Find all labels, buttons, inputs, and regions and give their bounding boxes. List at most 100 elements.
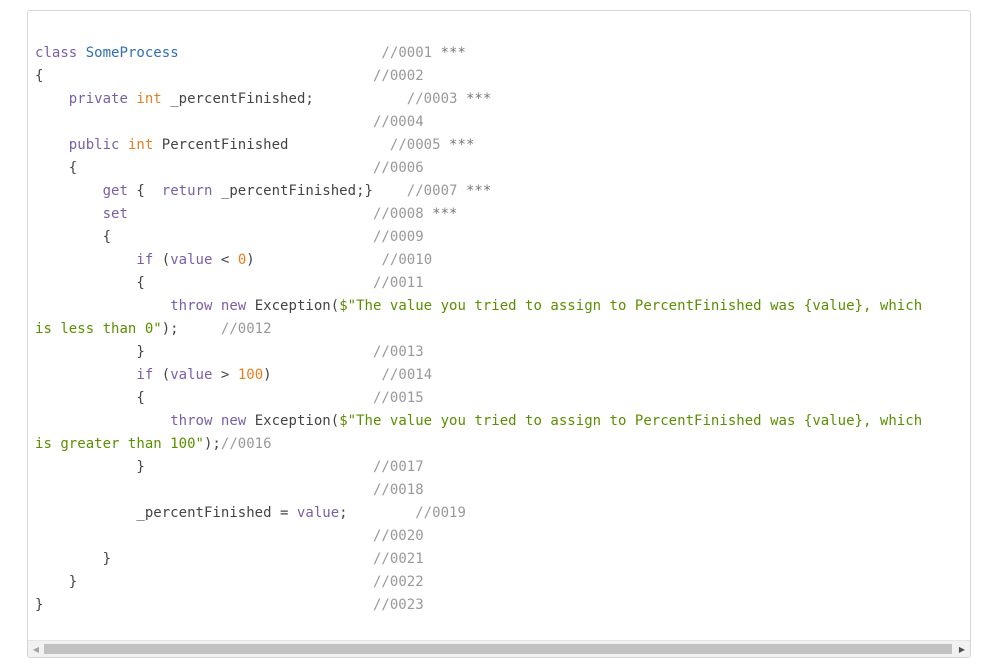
code-line-12-wrap: is less than 0"); //0012: [35, 318, 922, 341]
line-comment: //0010: [381, 252, 433, 268]
code-line-17: } //0017: [35, 456, 922, 479]
paren: ): [263, 367, 272, 383]
code-line-5: public int PercentFinished //0005 ***: [35, 134, 922, 157]
keyword-if: if: [136, 252, 154, 268]
code-line-23: } //0023: [35, 594, 922, 617]
line-comment: //0018: [372, 482, 424, 498]
line-comment: //0013: [372, 344, 424, 360]
line-comment: //0019: [415, 505, 466, 521]
line-comment: //0001: [381, 45, 433, 61]
keyword-throw: throw: [170, 413, 213, 429]
keyword-new: new: [220, 298, 247, 314]
statement-end: ;: [339, 505, 348, 521]
paren: (: [153, 252, 171, 268]
line-comment: //0003: [406, 91, 458, 107]
keyword-new: new: [220, 413, 247, 429]
scroll-left-arrow-icon[interactable]: ◀: [28, 641, 44, 657]
keyword-public: public: [68, 137, 120, 153]
assignment: _percentFinished =: [136, 505, 297, 521]
code-line-8: set //0008 ***: [35, 203, 922, 226]
operator: <: [212, 252, 238, 268]
getter-open: {: [127, 183, 162, 199]
code-line-6: { //0006: [35, 157, 922, 180]
line-comment: //0017: [372, 459, 424, 475]
keyword-if: if: [136, 367, 154, 383]
line-comment: //0005: [389, 137, 441, 153]
code-line-2: { //0002: [35, 65, 922, 88]
code-line-15: { //0015: [35, 387, 922, 410]
keyword-value: value: [170, 252, 213, 268]
marker: ***: [432, 206, 458, 222]
code-line-21: } //0021: [35, 548, 922, 571]
code-line-1: class SomeProcess //0001 ***: [35, 42, 922, 65]
line-comment: //0006: [372, 160, 424, 176]
line-comment: //0021: [372, 551, 424, 567]
scrollbar-thumb[interactable]: [44, 644, 952, 654]
marker: ***: [465, 91, 492, 107]
property-name: PercentFinished: [153, 137, 289, 153]
keyword-set: set: [102, 206, 128, 222]
code-line-14: if (value > 100) //0014: [35, 364, 922, 387]
getter-body: _percentFinished;}: [212, 183, 373, 199]
string-literal: is greater than 100": [35, 436, 204, 452]
keyword-int: int: [136, 91, 162, 107]
code-line-18: //0018: [35, 479, 922, 502]
code-line-10: if (value < 0) //0010: [35, 249, 922, 272]
line-comment: //0002: [372, 68, 424, 84]
string-literal: $"The value you tried to assign to Perce…: [339, 413, 923, 429]
code-line-7: get { return _percentFinished;} //0007 *…: [35, 180, 922, 203]
code-line-9: { //0009: [35, 226, 922, 249]
brace: }: [35, 597, 44, 613]
exception-type: Exception(: [246, 298, 340, 314]
keyword-return: return: [161, 183, 213, 199]
brace: }: [68, 574, 78, 590]
code-line-22: } //0022: [35, 571, 922, 594]
line-comment: //0012: [220, 321, 272, 337]
brace: {: [68, 160, 78, 176]
line-comment: //0014: [381, 367, 433, 383]
brace: {: [35, 68, 44, 84]
line-comment: //0020: [372, 528, 424, 544]
field-declaration: _percentFinished;: [161, 91, 314, 107]
line-comment: //0004: [372, 114, 424, 130]
exception-type: Exception(: [246, 413, 340, 429]
marker: ***: [465, 183, 492, 199]
horizontal-scrollbar[interactable]: ◀ ▶: [28, 640, 970, 657]
line-comment: //0011: [372, 275, 424, 291]
line-comment: //0023: [372, 597, 424, 613]
code-line-4: //0004: [35, 111, 922, 134]
keyword-class: class: [35, 45, 78, 61]
string-literal: $"The value you tried to assign to Perce…: [339, 298, 923, 314]
statement-end: );: [203, 436, 221, 452]
code-line-12: throw new Exception($"The value you trie…: [35, 295, 922, 318]
paren: (: [153, 367, 171, 383]
number-literal: 100: [237, 367, 264, 383]
code-listing: class SomeProcess //0001 ***{ //0002 pri…: [35, 42, 922, 617]
keyword-value: value: [296, 505, 340, 521]
marker: ***: [449, 137, 475, 153]
number-literal: 0: [237, 252, 247, 268]
keyword-throw: throw: [170, 298, 213, 314]
marker: ***: [440, 45, 466, 61]
brace: {: [136, 390, 145, 406]
code-line-16-wrap: is greater than 100");//0016: [35, 433, 922, 456]
keyword-private: private: [68, 91, 128, 107]
statement-end: );: [161, 321, 179, 337]
code-line-11: { //0011: [35, 272, 922, 295]
brace: }: [102, 551, 112, 567]
line-comment: //0022: [372, 574, 424, 590]
line-comment: //0016: [220, 436, 272, 452]
operator: >: [212, 367, 238, 383]
brace: }: [136, 344, 145, 360]
class-name: SomeProcess: [85, 45, 179, 61]
paren: ): [246, 252, 255, 268]
line-comment: //0007: [406, 183, 458, 199]
line-comment: //0008: [372, 206, 424, 222]
code-line-16: throw new Exception($"The value you trie…: [35, 410, 922, 433]
keyword-int: int: [127, 137, 154, 153]
scroll-right-arrow-icon[interactable]: ▶: [954, 641, 970, 657]
line-comment: //0015: [372, 390, 424, 406]
brace: {: [102, 229, 112, 245]
keyword-value: value: [170, 367, 213, 383]
brace: {: [136, 275, 145, 291]
